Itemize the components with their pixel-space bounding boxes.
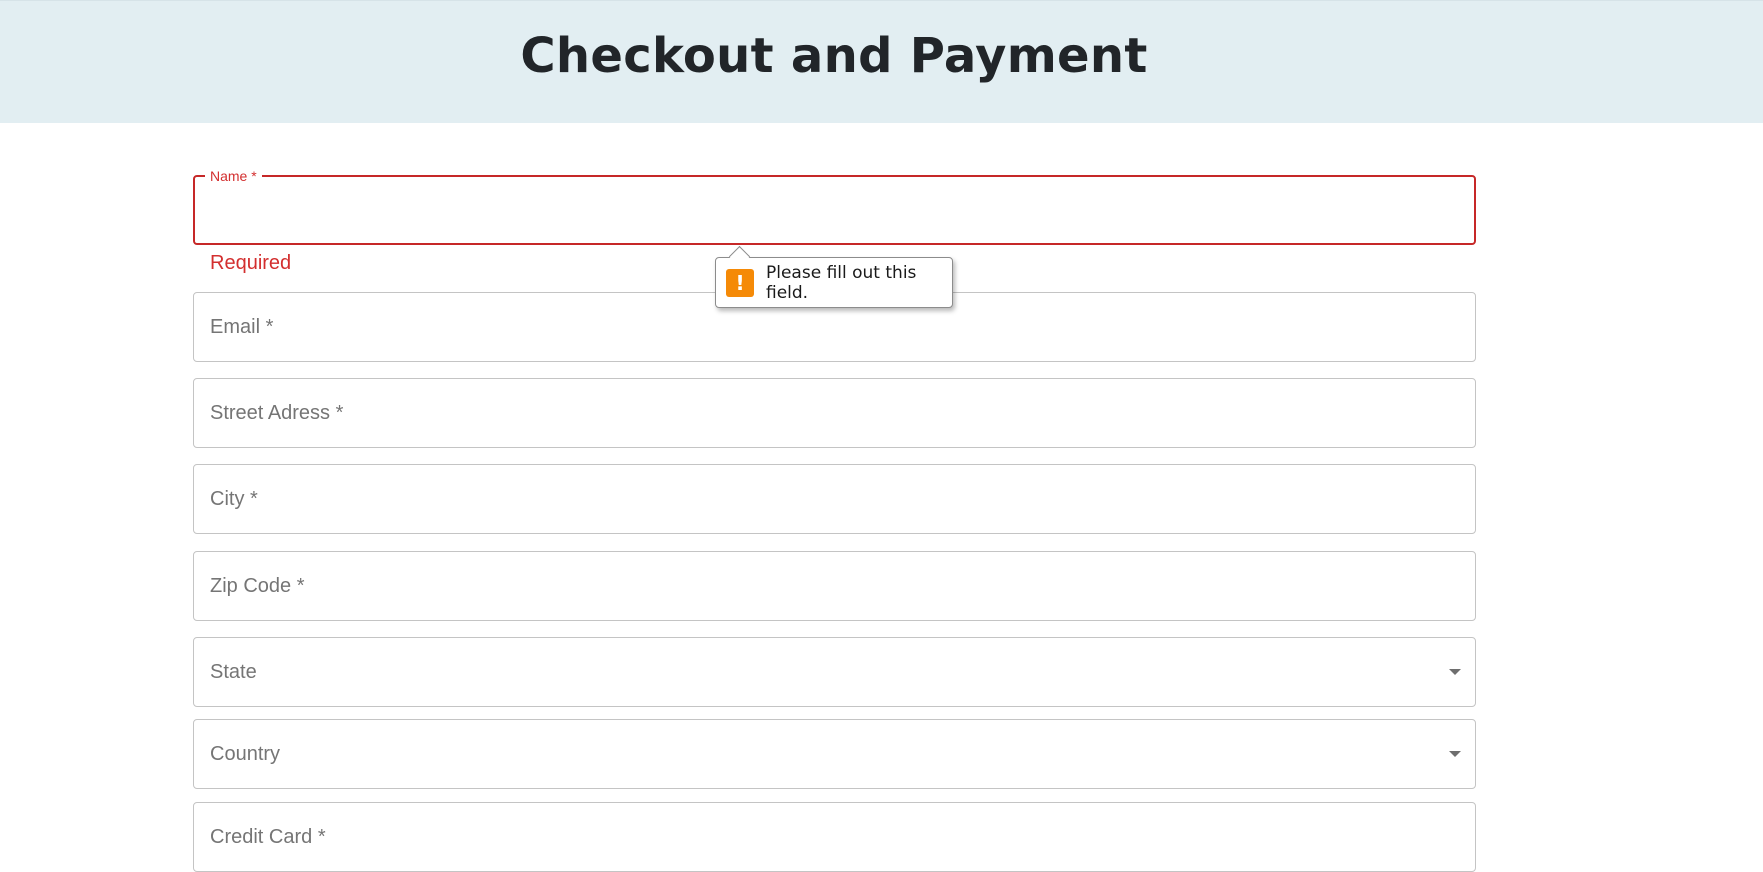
tooltip-arrow [728,245,751,268]
page-header: Checkout and Payment [0,0,1763,123]
email-placeholder: Email * [210,315,274,338]
zip-code-placeholder: Zip Code * [210,574,305,597]
country-select[interactable]: Country [193,719,1476,789]
street-address-placeholder: Street Adress * [210,401,344,424]
city-placeholder: City * [210,487,258,510]
name-field-label: Name * [205,166,262,186]
dropdown-caret-icon [1449,751,1461,757]
validation-tooltip: ! Please fill out this field. [715,245,953,308]
credit-card-placeholder: Credit Card * [210,825,326,848]
zip-code-field[interactable]: Zip Code * [193,551,1476,621]
state-select[interactable]: State [193,637,1476,707]
street-address-field[interactable]: Street Adress * [193,378,1476,448]
city-field[interactable]: City * [193,464,1476,534]
credit-card-field[interactable]: Credit Card * [193,802,1476,872]
dropdown-caret-icon [1449,669,1461,675]
page-title: Checkout and Payment [520,28,1148,84]
warning-icon: ! [726,269,754,297]
state-placeholder: State [210,660,257,683]
country-placeholder: Country [210,742,281,765]
name-field[interactable]: Name * [193,166,1476,245]
tooltip-message: Please fill out this field. [766,262,917,303]
name-helper-text: Required [210,252,292,274]
